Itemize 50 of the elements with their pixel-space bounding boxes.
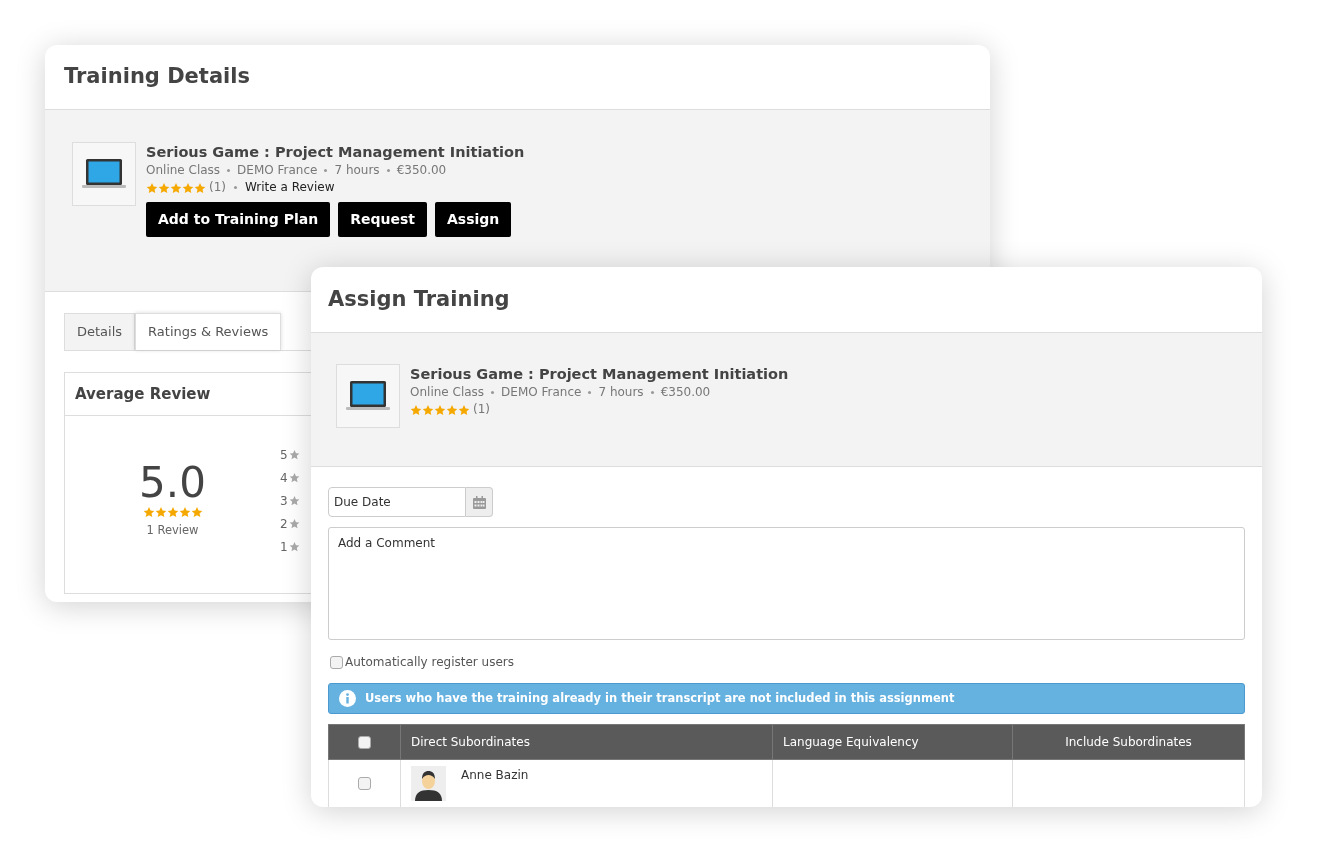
- table-header: Include Subordinates: [1012, 724, 1245, 760]
- rating-level: 5: [280, 446, 288, 464]
- calendar-button[interactable]: [466, 487, 493, 517]
- star-icon: [288, 495, 300, 506]
- avatar-icon: [411, 766, 446, 801]
- checkbox-label: Automatically register users: [345, 654, 514, 671]
- average-score: 5.0: [139, 460, 206, 506]
- course-meta: Online Class: [146, 162, 221, 179]
- comment-field[interactable]: Add a Comment: [328, 527, 1245, 640]
- course-title: Serious Game : Project Management Initiation: [146, 143, 525, 162]
- review-count: (1): [209, 179, 226, 196]
- action-button[interactable]: Assign: [435, 202, 512, 237]
- table-header: Language Equivalency: [772, 724, 1013, 760]
- rating-level: 4: [280, 469, 288, 487]
- rating-level: 3: [280, 492, 288, 510]
- star-icon: [288, 472, 300, 483]
- write-review-link[interactable]: Write a Review: [245, 179, 335, 196]
- course-meta: DEMO France: [237, 162, 318, 179]
- review-count: (1): [473, 401, 490, 418]
- rating-level: 1: [280, 538, 288, 556]
- course-meta: €350.00: [660, 384, 711, 401]
- star-icon: [288, 518, 300, 529]
- rating-level: 2: [280, 515, 288, 533]
- course-meta: Online Class: [410, 384, 485, 401]
- action-button[interactable]: Add to Training Plan: [146, 202, 331, 237]
- course-meta: 7 hours: [598, 384, 644, 401]
- checkbox[interactable]: [358, 777, 371, 790]
- panel-title: Average Review: [75, 383, 211, 405]
- star-icon: [288, 449, 300, 460]
- user-name: Anne Bazin: [461, 767, 529, 784]
- tab[interactable]: Details: [64, 313, 136, 350]
- window-title: Training Details: [64, 63, 250, 91]
- checkbox[interactable]: [330, 655, 343, 669]
- course-title: Serious Game : Project Management Initiation: [410, 365, 789, 384]
- course-meta: 7 hours: [334, 162, 380, 179]
- laptop-icon: [345, 380, 391, 412]
- window-title: Assign Training: [328, 285, 510, 313]
- star-icon: [288, 541, 300, 552]
- date-field[interactable]: Due Date: [328, 487, 466, 517]
- review-total: 1 Review: [146, 522, 199, 539]
- action-button[interactable]: Request: [338, 202, 427, 237]
- checkbox[interactable]: [358, 736, 371, 749]
- info-icon: [339, 690, 356, 707]
- calendar-icon: [472, 495, 486, 509]
- laptop-icon: [81, 158, 127, 190]
- course-meta: DEMO France: [501, 384, 582, 401]
- course-meta: €350.00: [396, 162, 447, 179]
- tab[interactable]: Ratings & Reviews: [135, 313, 282, 350]
- table-header: Direct Subordinates: [400, 724, 773, 760]
- info-text: Users who have the training already in their transcript are not included in this assignment: [365, 689, 955, 707]
